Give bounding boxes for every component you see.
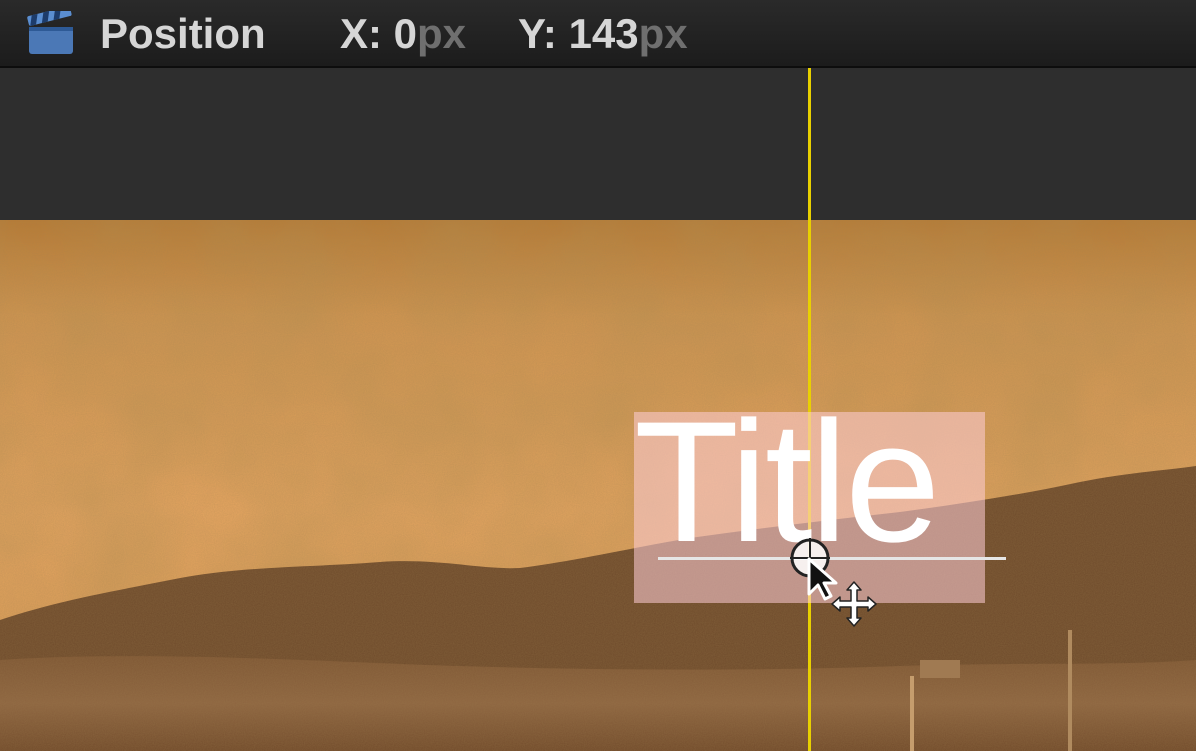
hud-property-label: Position xyxy=(100,10,266,57)
viewer-image xyxy=(0,220,1196,751)
y-readout: Y: 143px xyxy=(518,10,688,57)
canvas-background xyxy=(0,68,1196,220)
x-readout: X: 0px xyxy=(340,10,467,57)
move-cursor-icon xyxy=(831,581,877,627)
clapperboard-icon xyxy=(27,11,73,54)
position-hud: Position X: 0px Y: 143px xyxy=(0,0,1196,68)
